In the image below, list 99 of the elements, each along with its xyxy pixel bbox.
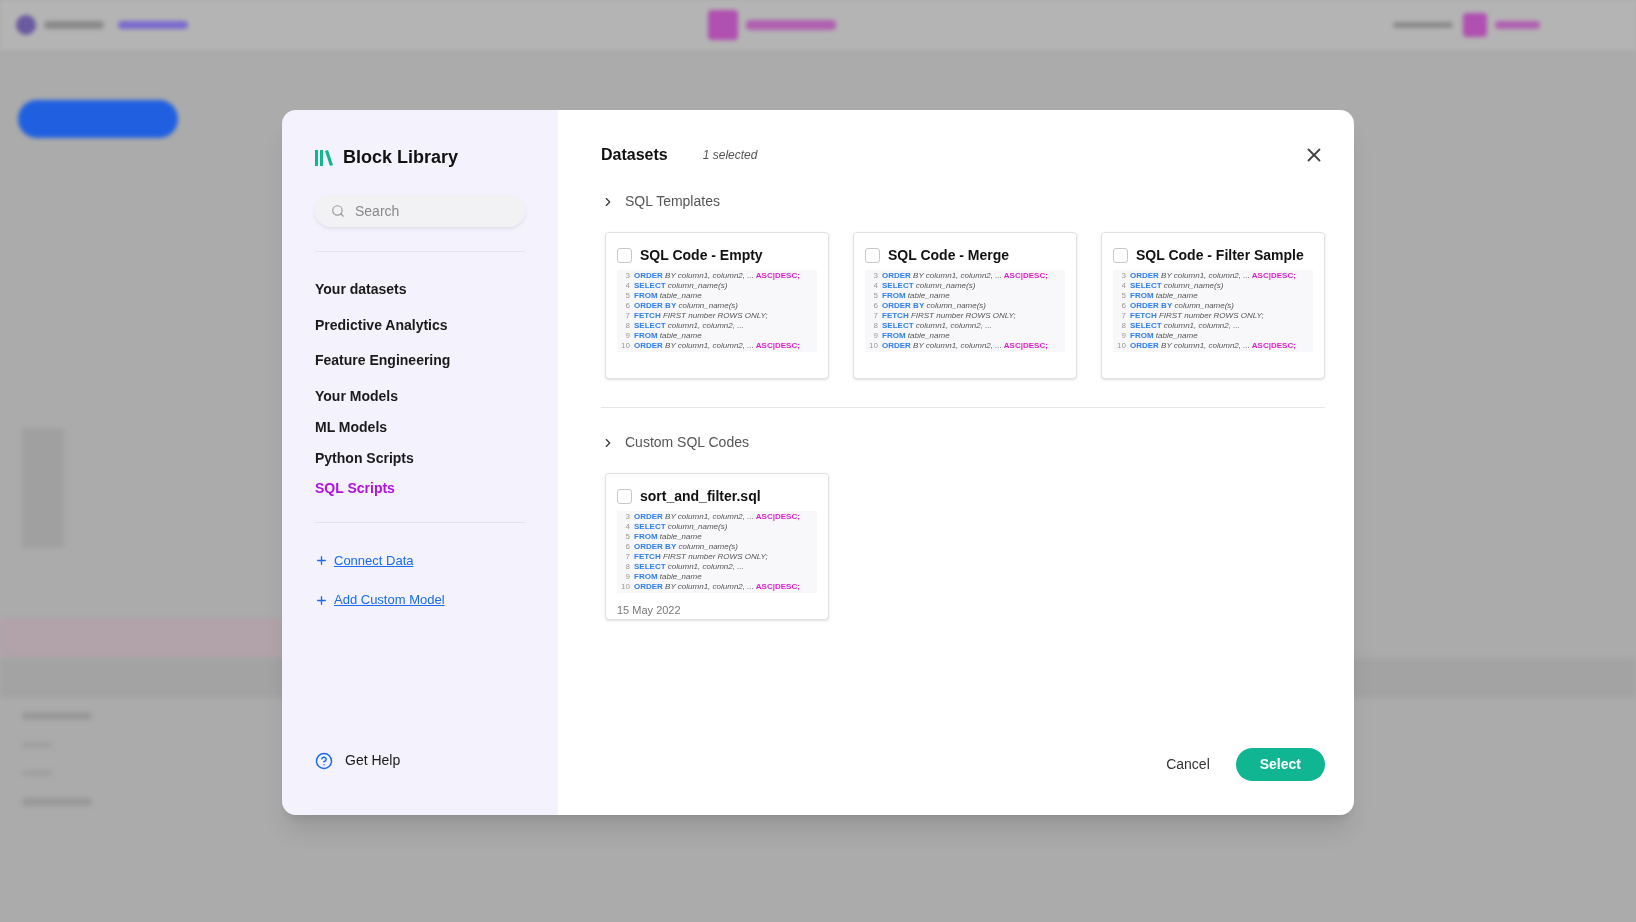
section-header[interactable]: Custom SQL Codes <box>601 432 1325 453</box>
line-number: 8 <box>624 321 630 331</box>
search-field[interactable]: Search <box>315 195 525 227</box>
template-card[interactable] <box>605 473 829 620</box>
line-number: 9 <box>1120 331 1126 341</box>
nav-item[interactable]: ML Models <box>315 411 525 443</box>
checkbox[interactable] <box>617 489 632 504</box>
nav-item[interactable]: Your Models <box>315 381 525 412</box>
line-number: 10 <box>621 341 630 351</box>
code-line: ORDER BY column_name(s) <box>1130 301 1235 311</box>
code-line: FROM table_name <box>882 331 950 341</box>
code-line: ORDER BY column1, column2, ... ASC|DESC; <box>634 582 800 592</box>
library-books-icon <box>315 149 333 166</box>
plus-icon <box>315 593 328 607</box>
plus-icon <box>315 554 328 568</box>
line-number: 7 <box>872 311 878 321</box>
line-number: 7 <box>624 311 630 321</box>
line-number: 4 <box>624 522 630 532</box>
sidebar-link[interactable]: Connect Data <box>334 550 414 571</box>
code-line: FROM table_name <box>1130 331 1198 341</box>
code-line: FROM table_name <box>634 331 702 341</box>
code-line: FROM table_name <box>882 291 950 301</box>
code-line: ORDER BY column_name(s) <box>634 301 739 311</box>
code-line: FETCH FIRST number ROWS ONLY; <box>1130 311 1264 321</box>
line-number: 6 <box>872 301 878 311</box>
line-number: 5 <box>624 291 630 301</box>
code-line: FETCH FIRST number ROWS ONLY; <box>882 311 1016 321</box>
line-number: 5 <box>624 532 630 542</box>
line-number: 3 <box>624 271 630 281</box>
line-number: 4 <box>624 281 630 291</box>
code-line: SELECT column_name(s) <box>634 281 728 291</box>
code-line: FROM table_name <box>634 532 702 542</box>
code-line: FROM table_name <box>1130 291 1198 301</box>
nav-item[interactable]: SQL Scripts <box>315 473 525 504</box>
line-number: 8 <box>872 321 878 331</box>
selection-count: 1 selected <box>702 147 758 164</box>
panel-title: Datasets <box>601 145 668 165</box>
line-number: 3 <box>1120 271 1126 281</box>
code-line: SELECT column_name(s) <box>1130 281 1224 291</box>
card-title: SQL Code - Filter Sample <box>1136 246 1304 265</box>
checkbox[interactable] <box>865 248 880 263</box>
template-card[interactable] <box>1101 232 1325 379</box>
section-header[interactable]: SQL Templates <box>601 191 1325 212</box>
code-line: FETCH FIRST number ROWS ONLY; <box>634 552 768 562</box>
code-line: ORDER BY column1, column2, ... ASC|DESC; <box>882 341 1048 351</box>
code-line: ORDER BY column1, column2, ... ASC|DESC; <box>882 271 1048 281</box>
code-line: FROM table_name <box>634 572 702 582</box>
line-number: 7 <box>1120 311 1126 321</box>
code-line: SELECT column_name(s) <box>634 522 728 532</box>
code-line: ORDER BY column1, column2, ... ASC|DESC; <box>1130 341 1296 351</box>
line-number: 10 <box>621 582 630 592</box>
code-line: ORDER BY column1, column2, ... ASC|DESC; <box>1130 271 1296 281</box>
code-line: FETCH FIRST number ROWS ONLY; <box>634 311 768 321</box>
checkbox[interactable] <box>617 248 632 263</box>
line-number: 10 <box>1117 341 1126 351</box>
line-number: 6 <box>1120 301 1126 311</box>
code-line: ORDER BY column1, column2, ... ASC|DESC; <box>634 512 800 522</box>
code-line: SELECT column1, column2, ... <box>1130 321 1240 331</box>
card-date: 15 May 2022 <box>617 603 682 618</box>
line-number: 8 <box>1120 321 1126 331</box>
line-number: 3 <box>872 271 878 281</box>
nav-item[interactable]: Predictive Analytics <box>315 309 525 341</box>
code-line: SELECT column1, column2, ... <box>882 321 992 331</box>
code-line: ORDER BY column1, column2, ... ASC|DESC; <box>634 271 800 281</box>
code-line: SELECT column1, column2, ... <box>634 562 744 572</box>
nav-item[interactable]: Feature Engineering <box>315 345 525 377</box>
code-line: FROM table_name <box>634 291 702 301</box>
checkbox[interactable] <box>1113 248 1128 263</box>
code-line: ORDER BY column_name(s) <box>634 542 739 552</box>
nav-item[interactable]: Your datasets <box>315 274 525 305</box>
line-number: 9 <box>872 331 878 341</box>
search-icon <box>331 204 345 218</box>
line-number: 6 <box>624 301 630 311</box>
help-icon <box>315 751 333 770</box>
nav-item[interactable]: Python Scripts <box>315 442 525 474</box>
line-number: 4 <box>872 281 878 291</box>
template-card[interactable] <box>605 232 829 379</box>
help-link[interactable]: Get Help <box>345 750 401 771</box>
line-number: 9 <box>624 572 630 582</box>
line-number: 6 <box>624 542 630 552</box>
line-number: 7 <box>624 552 630 562</box>
line-number: 10 <box>869 341 878 351</box>
cancel-button[interactable]: Cancel <box>1166 754 1210 775</box>
card-title: sort_and_filter.sql <box>640 487 761 506</box>
sidebar-link[interactable]: Add Custom Model <box>334 590 445 610</box>
template-card[interactable] <box>853 232 1077 379</box>
line-number: 3 <box>624 512 630 522</box>
line-number: 5 <box>1120 291 1126 301</box>
line-number: 5 <box>872 291 878 301</box>
library-title: Block Library <box>343 146 459 169</box>
code-line: ORDER BY column_name(s) <box>882 301 987 311</box>
card-title: SQL Code - Merge <box>888 246 1010 265</box>
card-title: SQL Code - Empty <box>640 246 763 265</box>
code-line: SELECT column_name(s) <box>882 281 976 291</box>
code-line: ORDER BY column1, column2, ... ASC|DESC; <box>634 341 800 351</box>
line-number: 8 <box>624 562 630 572</box>
line-number: 9 <box>624 331 630 341</box>
code-line: SELECT column1, column2, ... <box>634 321 744 331</box>
line-number: 4 <box>1120 281 1126 291</box>
